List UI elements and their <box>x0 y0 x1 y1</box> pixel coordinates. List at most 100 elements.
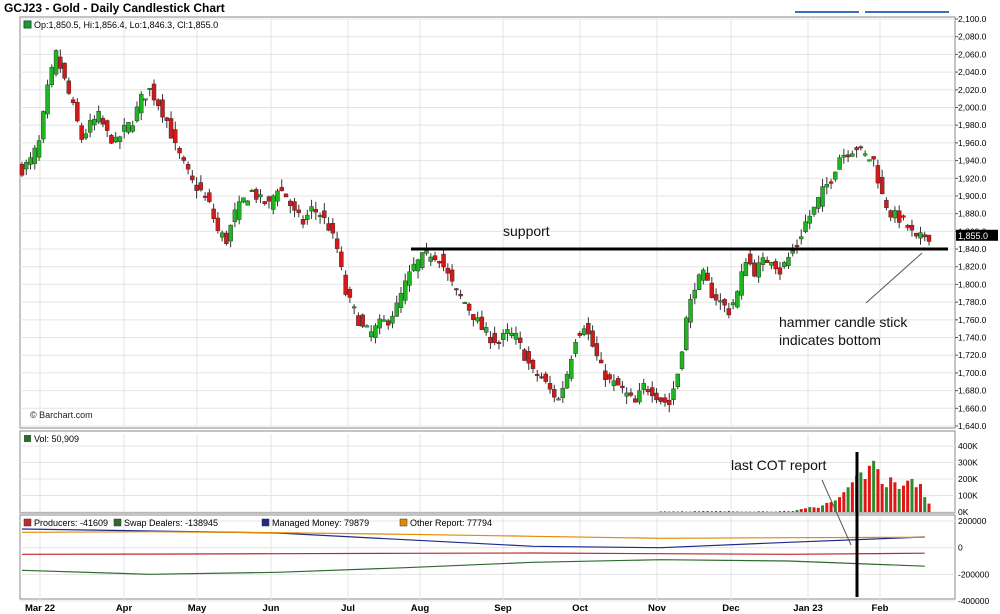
volume-bar <box>736 511 739 512</box>
candle-body <box>760 257 766 265</box>
candle-body <box>624 392 629 397</box>
candle-body <box>539 376 544 379</box>
candle-body <box>445 267 451 274</box>
candle-body <box>143 98 148 101</box>
candle-body <box>718 300 723 303</box>
candle-body <box>190 175 195 181</box>
candle-body <box>535 374 540 377</box>
candle-body <box>794 245 800 248</box>
x-tick-label: Mar 22 <box>25 603 55 614</box>
candle-body <box>432 255 438 261</box>
price-tick-label: 1,660.0 <box>958 403 987 413</box>
cot-axis: 200000 0 -200000 -400000 <box>958 516 989 606</box>
candle-body <box>505 329 510 334</box>
volume-bar <box>804 508 808 512</box>
candle-body <box>139 93 144 114</box>
candle-body <box>377 318 382 329</box>
candle-body <box>198 182 204 191</box>
candle-body <box>862 153 868 156</box>
price-tick-label: 1,900.0 <box>958 191 987 201</box>
candle-body <box>820 186 825 207</box>
candle-body <box>117 136 123 142</box>
candle-body <box>598 359 604 364</box>
candle-body <box>109 134 114 144</box>
candle-body <box>96 110 101 123</box>
ohlc-legend-swatch <box>23 20 32 29</box>
volume-bar <box>918 483 922 512</box>
candle-body <box>726 308 732 316</box>
volume-bar <box>812 507 816 512</box>
candle-body <box>773 261 778 270</box>
volume-bar <box>897 488 901 512</box>
candle-body <box>679 351 685 369</box>
candle-body <box>671 388 676 400</box>
x-tick-label: Jul <box>341 603 355 614</box>
volume-bar <box>906 480 910 512</box>
volume-tick-label: 100K <box>958 491 978 501</box>
support-label: support <box>503 223 550 239</box>
volume-bar <box>808 507 812 512</box>
candle-body <box>492 332 497 343</box>
volume-bar <box>914 487 918 512</box>
x-tick-label: Jun <box>263 603 280 614</box>
candle-body <box>36 140 42 158</box>
candle-body <box>356 315 361 326</box>
ohlc-legend: Op:1,850.5, Hi:1,856.4, Lo:1,846.3, Cl:1… <box>34 20 218 30</box>
candle-body <box>479 316 485 331</box>
candle-body <box>552 389 557 398</box>
candle-body <box>560 387 565 398</box>
candle-body <box>824 184 830 188</box>
candle-body <box>658 397 663 402</box>
candle-body <box>641 383 646 390</box>
candle-body <box>782 262 787 267</box>
candle-body <box>620 385 625 389</box>
candle-body <box>488 336 493 344</box>
candle-body <box>500 333 506 340</box>
price-axis: 2,100.0 2,080.0 2,060.0 2,040.0 2,020.0 2,000… <box>955 14 987 431</box>
candle-body <box>177 148 182 154</box>
candle-body <box>185 164 191 170</box>
candle-body <box>279 187 284 192</box>
candle-body <box>394 302 399 317</box>
candle-body <box>696 274 702 290</box>
volume-bar <box>715 511 718 512</box>
candle-body <box>339 251 344 267</box>
candle-body <box>53 50 59 75</box>
candle-body <box>611 380 617 386</box>
candle-body <box>160 99 165 118</box>
volume-bar <box>787 510 790 512</box>
candle-body <box>266 196 272 202</box>
volume-tick-label: 200K <box>958 474 978 484</box>
candle-body <box>513 333 519 340</box>
candle-body <box>509 332 514 336</box>
candle-body <box>215 217 221 231</box>
candle-body <box>786 257 791 266</box>
price-tick-label: 1,740.0 <box>958 333 987 343</box>
candle-body <box>258 194 263 198</box>
candle-body <box>164 117 169 121</box>
candle-body <box>637 390 642 403</box>
candle-body <box>62 62 67 79</box>
volume-bar <box>863 479 867 512</box>
candle-body <box>807 215 812 224</box>
cot-legend-label: Swap Dealers: -138945 <box>124 518 218 528</box>
candle-body <box>526 351 531 364</box>
candle-body <box>58 56 63 69</box>
volume-bar <box>791 510 794 512</box>
candle-body <box>756 262 761 278</box>
price-tick-label: 1,920.0 <box>958 173 987 183</box>
cot-legend-label: Producers: -41609 <box>34 518 108 528</box>
volume-bar <box>719 510 722 512</box>
candle-body <box>360 314 365 327</box>
candle-body <box>667 399 672 405</box>
volume-bar <box>859 472 863 512</box>
candle-body <box>496 342 502 344</box>
candle-body <box>70 99 76 103</box>
candle-body <box>735 291 740 308</box>
candle-body <box>407 271 412 286</box>
candle-body <box>901 215 906 218</box>
candle-body <box>173 129 178 144</box>
candle-body <box>228 224 233 242</box>
candle-body <box>19 164 25 176</box>
volume-bar <box>659 511 662 512</box>
